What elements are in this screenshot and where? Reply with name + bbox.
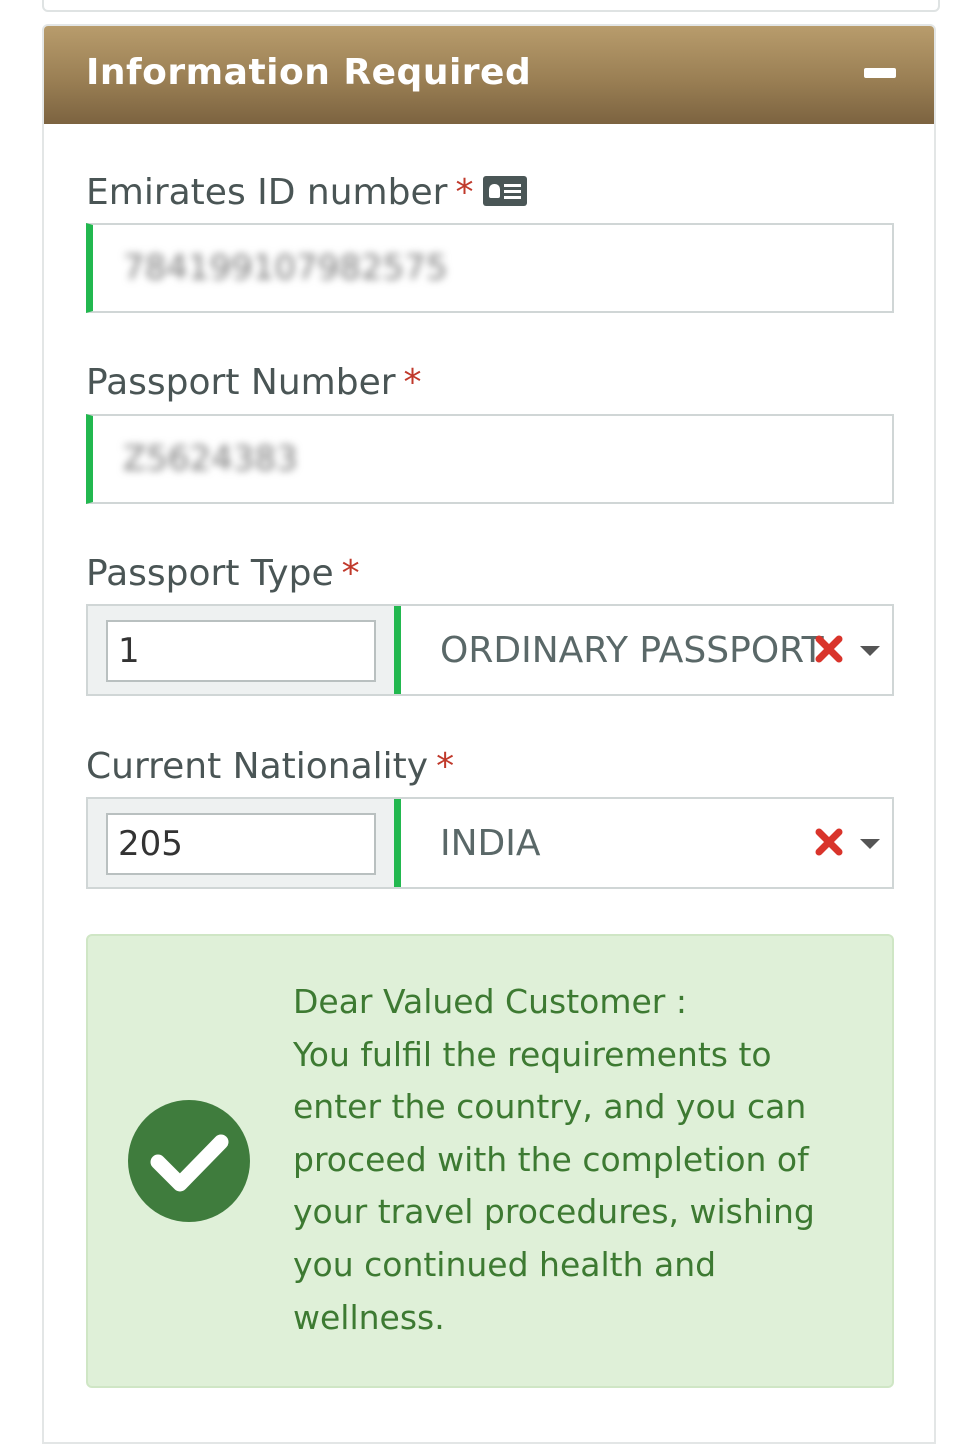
emirates-id-label: Emirates ID number *	[86, 172, 528, 213]
success-alert: Dear Valued Customer : You fulfil the re…	[86, 934, 894, 1388]
clear-x-icon[interactable]	[814, 634, 844, 664]
caret-down-icon[interactable]	[860, 646, 880, 656]
nationality-code-wrap: 205	[88, 799, 401, 887]
passport-type-select[interactable]: 1 ORDINARY PASSPORT	[86, 604, 894, 696]
clear-x-icon[interactable]	[814, 827, 844, 857]
id-card-icon	[483, 176, 528, 206]
alert-greeting: Dear Valued Customer :	[293, 982, 687, 1021]
nationality-label-text: Current Nationality	[86, 746, 429, 787]
passport-type-label: Passport Type *	[86, 553, 360, 594]
nationality-selected[interactable]: INDIA	[440, 799, 541, 889]
passport-type-selected[interactable]: ORDINARY PASSPORT	[440, 606, 824, 696]
required-star: *	[341, 553, 360, 594]
passport-type-code-input[interactable]: 1	[106, 620, 376, 682]
required-star: *	[455, 172, 474, 213]
passport-number-label-text: Passport Number	[86, 362, 396, 403]
emirates-id-input[interactable]: 784199107982575	[86, 223, 894, 313]
alert-body: You fulfil the requirements to enter the…	[293, 1034, 815, 1337]
nationality-select[interactable]: 205 INDIA	[86, 797, 894, 889]
emirates-id-label-text: Emirates ID number	[86, 172, 448, 213]
panel-header: Information Required	[44, 26, 934, 124]
required-star: *	[403, 362, 422, 403]
caret-down-icon[interactable]	[860, 839, 880, 849]
check-circle-icon	[128, 1100, 250, 1222]
required-star: *	[436, 746, 455, 787]
passport-type-code-wrap: 1	[88, 606, 401, 694]
passport-type-label-text: Passport Type	[86, 553, 334, 594]
nationality-code-input[interactable]: 205	[106, 813, 376, 875]
previous-panel-edge	[42, 0, 940, 12]
alert-message: Dear Valued Customer : You fulfil the re…	[293, 976, 853, 1344]
collapse-minus-icon[interactable]	[864, 68, 896, 78]
passport-number-input[interactable]: Z5624383	[86, 414, 894, 504]
passport-number-value: Z5624383	[123, 439, 298, 479]
nationality-label: Current Nationality *	[86, 746, 454, 787]
panel-title: Information Required	[86, 52, 532, 93]
emirates-id-value: 784199107982575	[123, 248, 448, 288]
passport-number-label: Passport Number *	[86, 362, 422, 403]
